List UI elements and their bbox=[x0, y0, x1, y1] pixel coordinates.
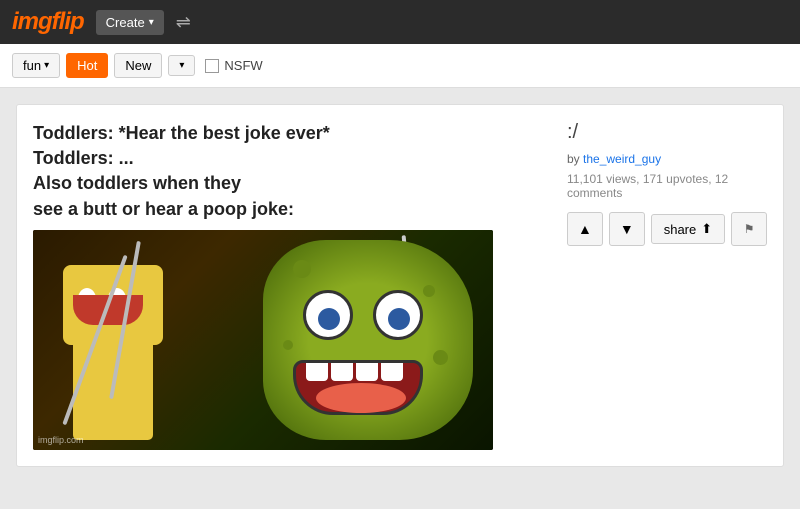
meme-author: by the_weird_guy bbox=[567, 152, 767, 166]
new-arrow-icon: ▾ bbox=[179, 60, 184, 71]
new-filter-button[interactable]: New bbox=[114, 53, 162, 78]
logo-flip: flip bbox=[52, 8, 84, 35]
downvote-button[interactable]: ▼ bbox=[609, 212, 645, 246]
create-button[interactable]: Create bbox=[96, 10, 164, 35]
upvote-button[interactable]: ▲ bbox=[567, 212, 603, 246]
filter-bar: fun ▾ Hot New ▾ NSFW bbox=[0, 44, 800, 88]
nsfw-checkbox[interactable] bbox=[205, 59, 219, 73]
meme-stats: 11,101 views, 171 upvotes, 12 comments bbox=[567, 172, 767, 200]
meme-right-panel: :/ by the_weird_guy 11,101 views, 171 up… bbox=[567, 121, 767, 450]
share-button[interactable]: share ⬆ bbox=[651, 214, 725, 244]
logo: imgflip bbox=[12, 8, 84, 36]
fun-label: fun bbox=[23, 58, 41, 73]
meme-card: Toddlers: *Hear the best joke ever* Todd… bbox=[16, 104, 784, 467]
meme-title: Toddlers: *Hear the best joke ever* Todd… bbox=[33, 121, 547, 222]
fun-arrow-icon: ▾ bbox=[44, 60, 49, 71]
meme-image: imgflip.com bbox=[33, 230, 493, 450]
header: imgflip Create ⇌ bbox=[0, 0, 800, 44]
character-left bbox=[53, 280, 173, 440]
share-label: share bbox=[664, 222, 697, 237]
watermark: imgflip.com bbox=[38, 435, 84, 445]
meme-left-panel: Toddlers: *Hear the best joke ever* Todd… bbox=[33, 121, 547, 450]
main-content: Toddlers: *Hear the best joke ever* Todd… bbox=[0, 88, 800, 483]
fun-filter-button[interactable]: fun ▾ bbox=[12, 53, 60, 78]
meme-actions: ▲ ▼ share ⬆ ⚑ bbox=[567, 212, 767, 246]
nsfw-container: NSFW bbox=[205, 58, 262, 73]
nsfw-label: NSFW bbox=[224, 58, 262, 73]
flag-button[interactable]: ⚑ bbox=[731, 212, 767, 246]
logo-img: img bbox=[12, 8, 52, 35]
meme-caption: :/ bbox=[567, 121, 767, 144]
character-right bbox=[253, 230, 483, 450]
share-icon: ⬆ bbox=[701, 221, 712, 237]
author-link[interactable]: the_weird_guy bbox=[583, 152, 661, 166]
shuffle-icon[interactable]: ⇌ bbox=[176, 12, 191, 33]
hot-filter-button[interactable]: Hot bbox=[66, 53, 108, 78]
new-dropdown-button[interactable]: ▾ bbox=[168, 55, 195, 76]
